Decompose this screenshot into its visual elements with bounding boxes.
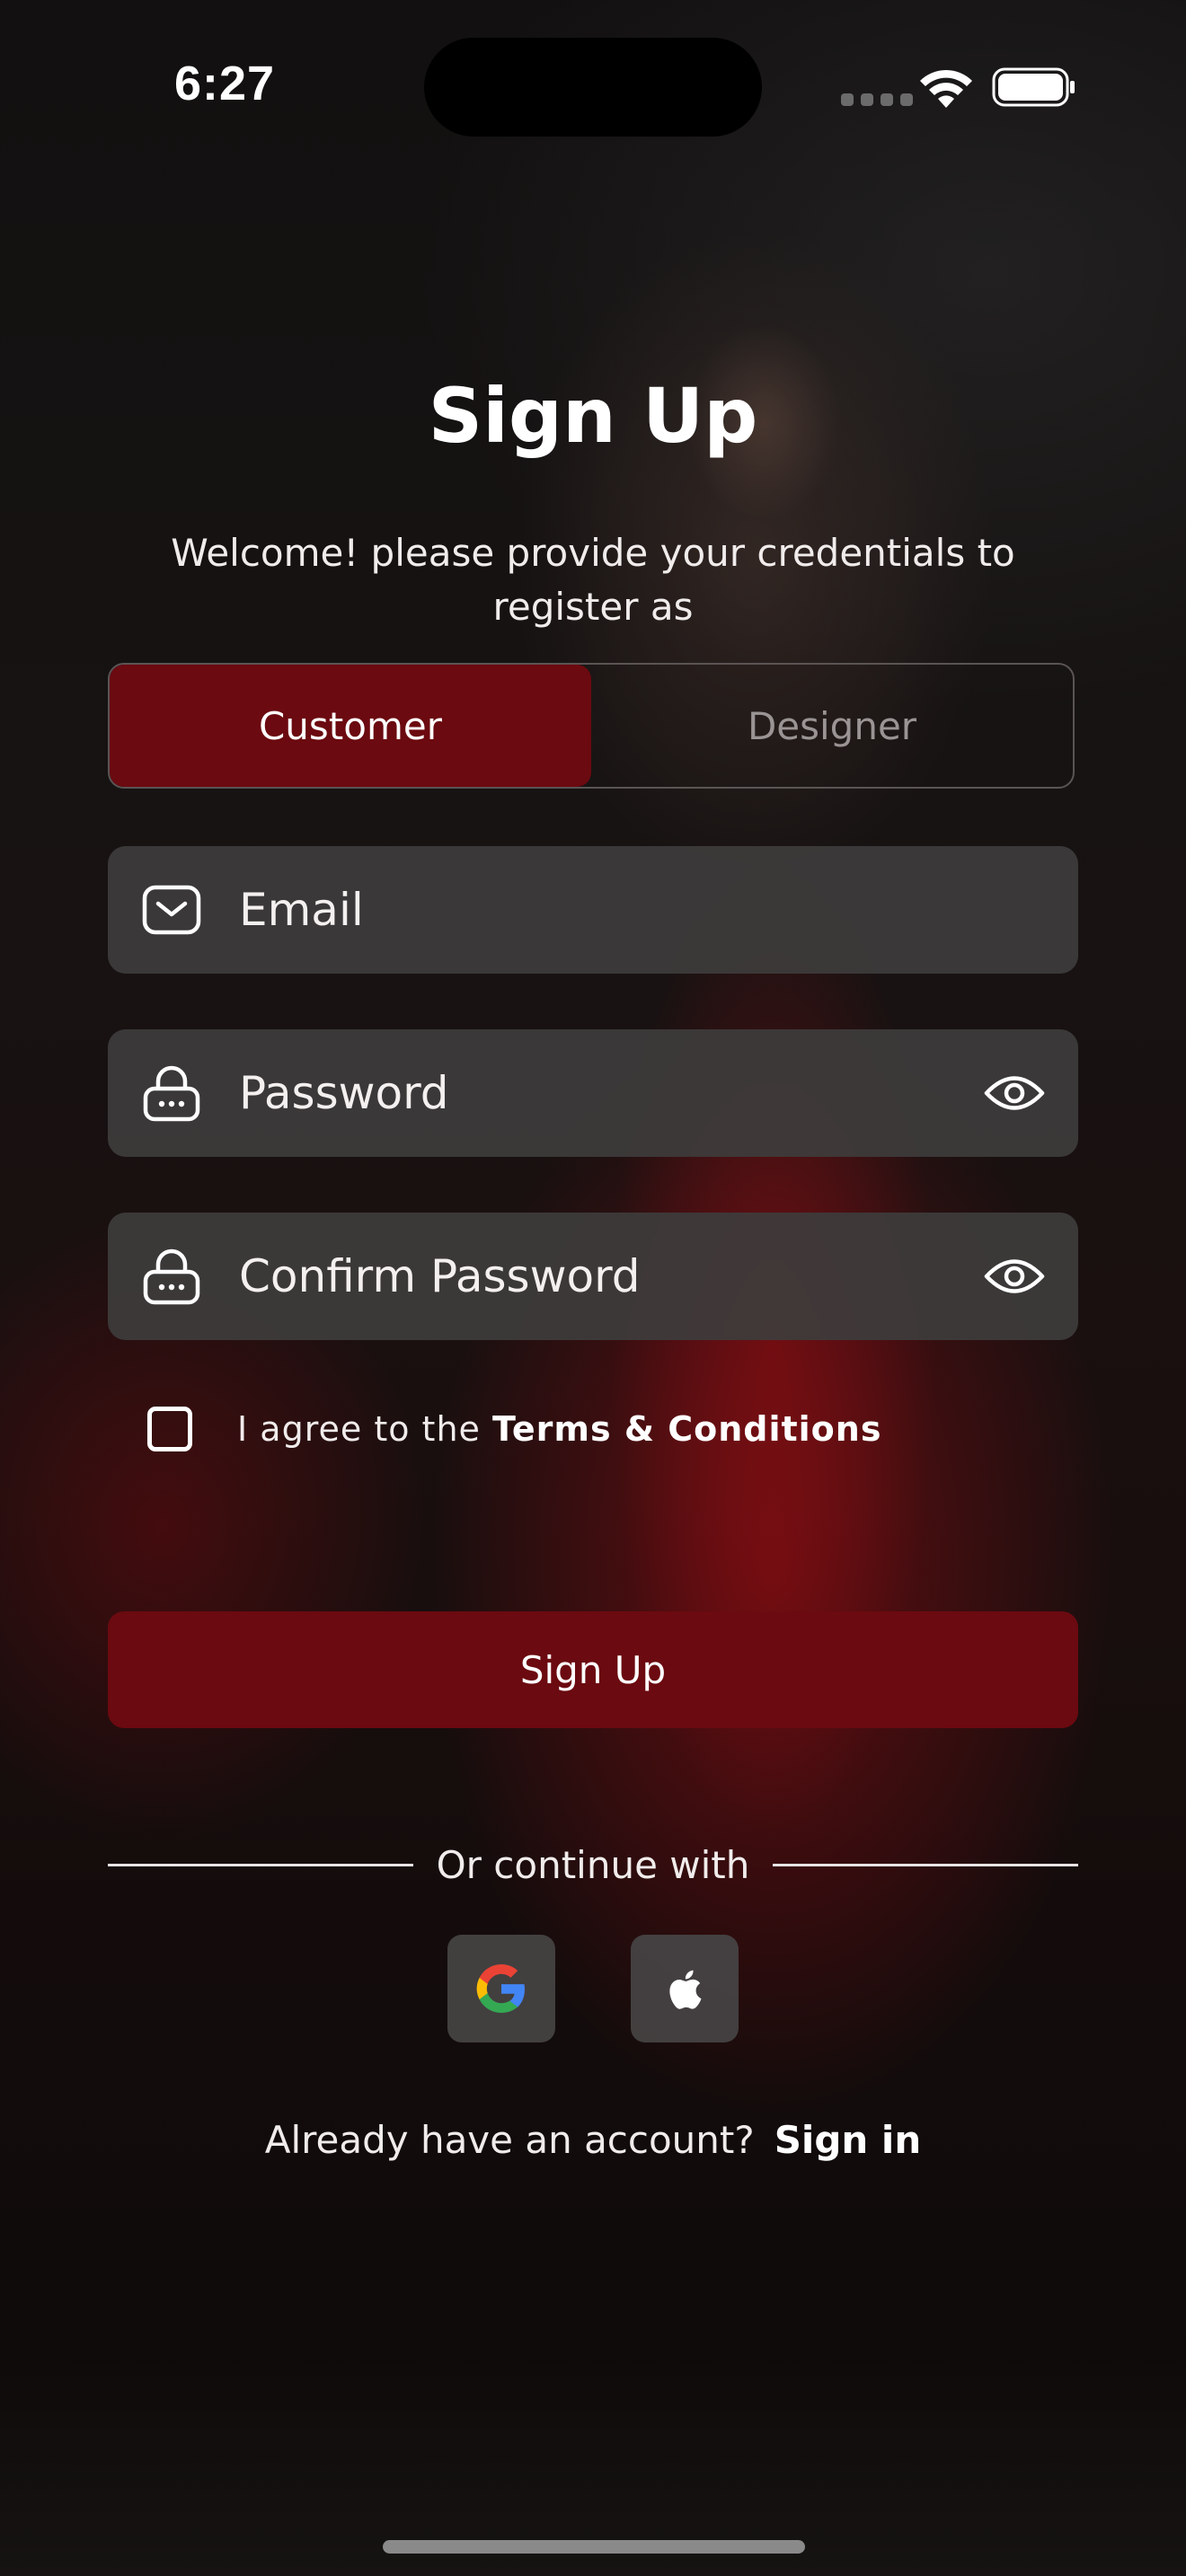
role-option-customer[interactable]: Customer xyxy=(110,665,591,787)
apple-icon xyxy=(669,1970,702,2009)
page-title: Sign Up xyxy=(428,372,758,460)
confirm-password-input[interactable] xyxy=(237,1249,983,1303)
email-input[interactable] xyxy=(237,883,1046,937)
eye-icon[interactable] xyxy=(983,1062,1046,1125)
sign-in-prompt: Already have an account? xyxy=(264,2118,755,2162)
status-time: 6:27 xyxy=(174,57,276,110)
battery-icon xyxy=(992,67,1075,107)
terms-prefix: I agree to the xyxy=(237,1409,492,1449)
divider-line xyxy=(108,1864,413,1866)
sign-in-link[interactable]: Sign in xyxy=(774,2118,922,2162)
terms-row: I agree to the Terms & Conditions xyxy=(147,1407,881,1451)
dynamic-island xyxy=(424,38,762,137)
terms-text: I agree to the Terms & Conditions xyxy=(237,1409,881,1449)
password-input[interactable] xyxy=(237,1066,983,1120)
divider-line xyxy=(773,1864,1079,1866)
role-option-designer[interactable]: Designer xyxy=(591,665,1073,787)
wifi-icon xyxy=(920,69,972,108)
google-sign-in-button[interactable] xyxy=(447,1935,555,2042)
sign-up-button[interactable]: Sign Up xyxy=(108,1611,1078,1728)
lock-icon xyxy=(143,1248,200,1305)
divider-label: Or continue with xyxy=(436,1843,750,1887)
mail-icon xyxy=(142,885,201,935)
terms-checkbox[interactable] xyxy=(147,1407,192,1451)
password-field-container xyxy=(108,1029,1078,1157)
cellular-signal-icon xyxy=(841,93,913,106)
confirm-password-field-container xyxy=(108,1213,1078,1340)
signup-screen: 6:27 Sign Up Welcome! please provide you… xyxy=(0,0,1186,2576)
role-toggle: Customer Designer xyxy=(108,663,1075,789)
email-field-container xyxy=(108,846,1078,974)
sign-in-row: Already have an account? Sign in xyxy=(0,2118,1186,2162)
eye-icon[interactable] xyxy=(983,1245,1046,1308)
apple-sign-in-button[interactable] xyxy=(631,1935,739,2042)
lock-icon xyxy=(143,1065,200,1122)
google-icon xyxy=(476,1964,525,2013)
home-indicator[interactable] xyxy=(383,2540,805,2554)
page-subtitle: Welcome! please provide your credentials… xyxy=(171,531,1015,629)
divider: Or continue with xyxy=(108,1843,1079,1887)
terms-link[interactable]: Terms & Conditions xyxy=(492,1409,881,1449)
